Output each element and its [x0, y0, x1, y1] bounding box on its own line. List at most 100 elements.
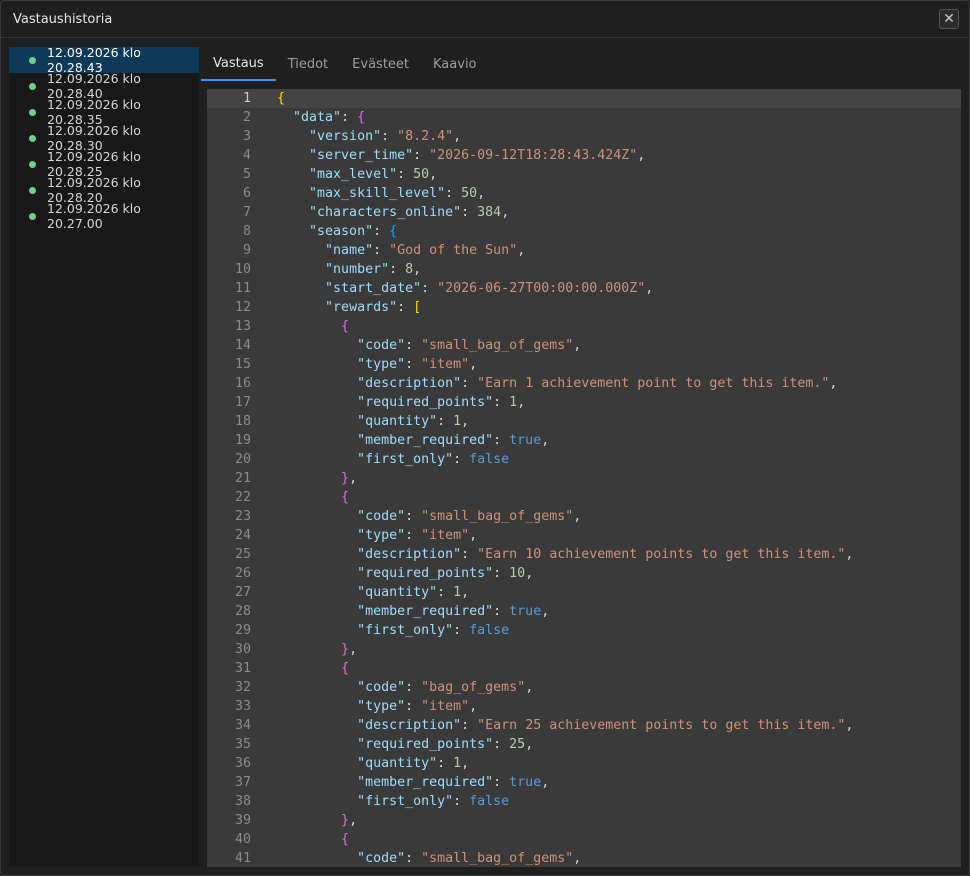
response-panel: Vastaus Tiedot Evästeet Kaavio 1{2 "data": …: [201, 47, 961, 867]
line-text: "first_only": false: [357, 794, 510, 809]
line-number: 5: [242, 167, 251, 182]
line-text: },: [341, 471, 358, 486]
tab-vastaus[interactable]: Vastaus: [201, 47, 276, 81]
line-number: 30: [234, 642, 251, 657]
close-button[interactable]: ✕: [939, 9, 959, 29]
line-text: {: [277, 91, 286, 106]
history-item[interactable]: 12.09.2026 klo 20.28.35: [9, 97, 199, 127]
line-text: "first_only": false: [357, 452, 510, 467]
line-number: 1: [242, 91, 251, 106]
code-line: 16 "description": "Earn 1 achievement po…: [207, 374, 961, 393]
code-line: 39 },: [207, 811, 961, 830]
code-line: 11 "start_date": "2026-06-27T00:00:00.00…: [207, 279, 961, 298]
code-line: 30 },: [207, 640, 961, 659]
status-dot-icon: [29, 56, 36, 64]
line-number: 28: [234, 604, 251, 619]
history-item[interactable]: 12.09.2026 klo 20.28.40: [9, 71, 199, 101]
line-text: "version": "8.2.4",: [309, 129, 462, 144]
line-number: 13: [234, 319, 251, 334]
line-text: "quantity": 1,: [357, 585, 470, 600]
code-line: 31 {: [207, 659, 961, 678]
line-number: 22: [234, 490, 251, 505]
line-text: "description": "Earn 1 achievement point…: [357, 376, 838, 391]
tab-kaavio[interactable]: Kaavio: [421, 47, 489, 81]
code-line: 9 "name": "God of the Sun",: [207, 241, 961, 260]
code-line: 26 "required_points": 10,: [207, 564, 961, 583]
line-number: 39: [234, 813, 251, 828]
status-dot-icon: [29, 186, 36, 194]
code-line: 19 "member_required": true,: [207, 431, 961, 450]
status-dot-icon: [29, 82, 36, 90]
line-text: "max_level": 50,: [309, 167, 438, 182]
code-line: 3 "version": "8.2.4",: [207, 127, 961, 146]
line-number: 29: [234, 623, 251, 638]
line-text: {: [341, 319, 350, 334]
code-line: 6 "max_skill_level": 50,: [207, 184, 961, 203]
status-dot-icon: [29, 160, 36, 168]
code-line: 23 "code": "small_bag_of_gems",: [207, 507, 961, 526]
close-icon: ✕: [943, 11, 955, 27]
status-dot-icon: [29, 212, 36, 220]
line-number: 8: [242, 224, 251, 239]
code-line: 2 "data": {: [207, 108, 961, 127]
line-text: "quantity": 1,: [357, 414, 470, 429]
code-line: 20 "first_only": false: [207, 450, 961, 469]
history-item[interactable]: 12.09.2026 klo 20.28.20: [9, 175, 199, 205]
title-bar: Vastaushistoria ✕: [1, 1, 969, 38]
status-dot-icon: [29, 108, 36, 116]
line-number: 36: [234, 756, 251, 771]
line-number: 2: [242, 110, 251, 125]
line-number: 38: [234, 794, 251, 809]
line-number: 7: [242, 205, 251, 220]
line-text: },: [341, 813, 358, 828]
code-line: 22 {: [207, 488, 961, 507]
history-item[interactable]: 12.09.2026 klo 20.28.25: [9, 149, 199, 179]
line-text: {: [341, 490, 350, 505]
code-line: 21 },: [207, 469, 961, 488]
line-text: "required_points": 10,: [357, 566, 534, 581]
line-number: 41: [234, 851, 251, 866]
line-number: 34: [234, 718, 251, 733]
line-number: 32: [234, 680, 251, 695]
line-number: 35: [234, 737, 251, 752]
line-number: 40: [234, 832, 251, 847]
code-line: 1{: [207, 89, 961, 108]
line-text: "type": "item",: [357, 699, 478, 714]
line-number: 16: [234, 376, 251, 391]
code-line: 40 {: [207, 830, 961, 849]
line-number: 9: [242, 243, 251, 258]
code-line: 13 {: [207, 317, 961, 336]
line-text: "data": {: [293, 110, 366, 125]
code-line: 38 "first_only": false: [207, 792, 961, 811]
code-line: 28 "member_required": true,: [207, 602, 961, 621]
line-text: "member_required": true,: [357, 604, 550, 619]
code-line: 35 "required_points": 25,: [207, 735, 961, 754]
history-item[interactable]: 12.09.2026 klo 20.28.43: [9, 45, 199, 75]
line-text: "required_points": 1,: [357, 395, 526, 410]
line-number: 25: [234, 547, 251, 562]
history-item[interactable]: 12.09.2026 klo 20.27.00: [9, 201, 199, 231]
line-number: 31: [234, 661, 251, 676]
line-text: "first_only": false: [357, 623, 510, 638]
history-item-label: 12.09.2026 klo 20.27.00: [47, 201, 141, 231]
code-line: 27 "quantity": 1,: [207, 583, 961, 602]
line-number: 21: [234, 471, 251, 486]
tab-tiedot[interactable]: Tiedot: [276, 47, 340, 81]
line-text: "quantity": 1,: [357, 756, 470, 771]
code-line: 24 "type": "item",: [207, 526, 961, 545]
status-dot-icon: [29, 134, 36, 142]
line-number: 18: [234, 414, 251, 429]
line-number: 26: [234, 566, 251, 581]
line-number: 37: [234, 775, 251, 790]
code-line: 14 "code": "small_bag_of_gems",: [207, 336, 961, 355]
line-number: 10: [234, 262, 251, 277]
line-number: 23: [234, 509, 251, 524]
tab-ev-steet[interactable]: Evästeet: [340, 47, 421, 81]
history-item[interactable]: 12.09.2026 klo 20.28.30: [9, 123, 199, 153]
code-line: 10 "number": 8,: [207, 260, 961, 279]
line-number: 6: [242, 186, 251, 201]
line-number: 19: [234, 433, 251, 448]
code-line: 29 "first_only": false: [207, 621, 961, 640]
line-text: {: [341, 832, 350, 847]
code-viewer[interactable]: 1{2 "data": {3 "version": "8.2.4", 4 "ser…: [207, 89, 961, 867]
